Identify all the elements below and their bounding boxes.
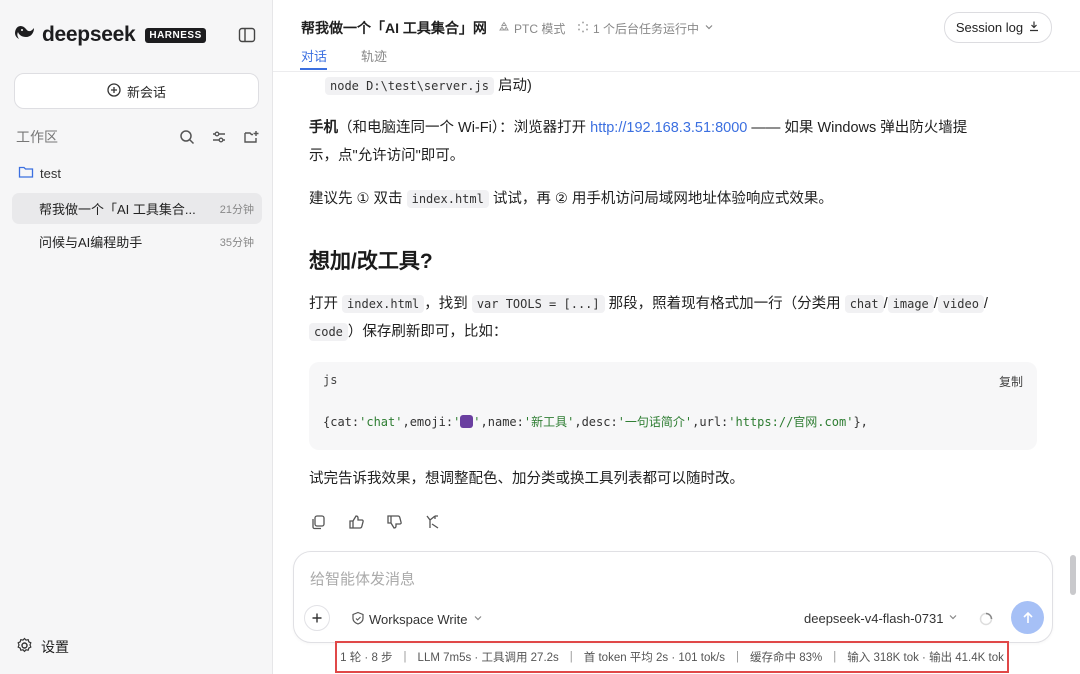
first-token-rate: 首 token 平均 2s · 101 tok/s [583, 652, 726, 664]
message-line: node D:\test\server.js 启动) [325, 72, 925, 100]
thumbs-up-icon[interactable] [347, 513, 365, 531]
new-chat-label: 新会话 [126, 84, 166, 100]
text: 启动) [493, 78, 532, 94]
workspace-header: 工作区 [16, 126, 260, 148]
session-title: 帮我做一个「AI 工具集合... [39, 202, 196, 217]
conversation-title: 帮我做一个「AI 工具集合」网 [301, 20, 487, 36]
rounds-steps: 1 轮 · 8 步 [340, 652, 393, 664]
harness-badge: HARNESS [145, 27, 206, 43]
settings-label: 设置 [41, 639, 69, 655]
thumbs-down-icon[interactable] [385, 513, 403, 531]
tab-trace[interactable]: 轨迹 [361, 46, 387, 65]
inline-code: node D:\test\server.js [325, 77, 494, 95]
settings-button[interactable]: 设置 [16, 637, 69, 657]
token-usage: 输入 318K tok · 输出 41.4K tok [847, 652, 1004, 664]
llm-time: LLM 7m5s · 工具调用 27.2s [417, 652, 559, 664]
message-actions [309, 513, 441, 531]
inline-code: chat [844, 295, 884, 313]
download-icon [1028, 20, 1040, 35]
spinner-dots-icon [577, 21, 589, 36]
session-log-label: Session log [955, 20, 1024, 35]
folder-icon [18, 165, 34, 182]
message-input[interactable]: 给智能体发消息 [310, 568, 415, 589]
branch-icon[interactable] [423, 513, 441, 531]
session-item-active[interactable]: 帮我做一个「AI 工具集合... 21分钟 [12, 193, 262, 224]
workspace-mode-label: Workspace Write [369, 612, 468, 627]
recycle-icon [498, 21, 510, 36]
session-time: 21分钟 [219, 203, 254, 216]
phone-label: 手机 [309, 120, 338, 136]
new-chat-button[interactable]: 新会话 [14, 73, 259, 109]
inline-code: image [887, 295, 934, 313]
workspace-mode-select[interactable]: Workspace Write [351, 611, 484, 628]
model-label: deepseek-v4-flash-0731 [804, 611, 944, 626]
active-tab-indicator [300, 68, 327, 70]
message-composer[interactable]: 给智能体发消息 Workspace Write deepseek-v4-flas… [293, 551, 1053, 643]
folder-label: test [40, 166, 61, 181]
session-title: 问候与AI编程助手 [39, 235, 143, 250]
lan-url-link[interactable]: http://192.168.3.51:8000 [590, 120, 747, 136]
text: —— 如果 Windows 弹出防火墙提 [747, 120, 968, 136]
logo-text: deepseek [42, 23, 136, 46]
edit-paragraph: 打开 index.html ，找到 var TOOLS = [...] 那段，照着… [309, 290, 1044, 346]
session-item[interactable]: 问候与AI编程助手 35分钟 [12, 226, 262, 257]
ptc-mode-indicator: PTC 模式 [498, 20, 565, 37]
text: （和电脑连同一个 Wi-Fi）：浏览器打开 [338, 120, 591, 136]
app-window: deepseek HARNESS 新会话 工作区 test 帮我做一个「AI 工… [0, 0, 1080, 674]
plus-circle-icon [107, 82, 121, 100]
copy-code-button[interactable]: 复制 [999, 373, 1023, 390]
tab-chat[interactable]: 对话 [301, 46, 327, 65]
inline-code: video [937, 295, 984, 313]
code-language: js [323, 373, 338, 387]
background-tasks-indicator[interactable]: 1 个后台任务运行中 [577, 20, 715, 37]
search-icon[interactable] [178, 128, 196, 146]
workspace-label: 工作区 [16, 129, 58, 145]
inline-code: index.html [406, 190, 489, 208]
logo: deepseek HARNESS [14, 22, 206, 48]
scrollbar[interactable] [1070, 555, 1076, 595]
cache-hit: 缓存命中 83% [750, 652, 823, 664]
inline-code: var TOOLS = [...] [471, 295, 605, 313]
session-time: 35分钟 [219, 236, 254, 249]
chevron-down-icon [703, 21, 715, 36]
new-folder-icon[interactable] [242, 128, 260, 146]
robot-emoji-icon [460, 415, 474, 428]
top-bar: 帮我做一个「AI 工具集合」网 PTC 模式 1 个后台任务运行中 Sessio… [273, 0, 1080, 72]
text: 那段，照着现有格式加一行（分类用 [604, 296, 845, 312]
suggestion-paragraph: 建议先 ① 双击 index.html 试试，再 ② 用手机访问局域网地址体验响… [309, 185, 1044, 213]
phone-paragraph: 手机（和电脑连同一个 Wi-Fi）：浏览器打开 http://192.168.3… [309, 114, 1044, 170]
whale-logo-icon [14, 23, 36, 48]
text: 示，点"允许访问"即可。 [309, 148, 465, 164]
closing-paragraph: 试完告诉我效果，想调整配色、加分类或换工具列表都可以随时改。 [309, 471, 744, 487]
text: ，找到 [424, 296, 472, 312]
main-panel: 帮我做一个「AI 工具集合」网 PTC 模式 1 个后台任务运行中 Sessio… [273, 0, 1080, 674]
attach-button[interactable] [304, 605, 330, 631]
section-heading: 想加/改工具? [309, 250, 433, 273]
status-bar: 1 轮 · 8 步 | LLM 7m5s · 工具调用 27.2s | 首 toke… [335, 641, 1009, 673]
text: 打开 [309, 296, 343, 312]
text: 建议先 ① 双击 [309, 191, 407, 207]
model-select[interactable]: deepseek-v4-flash-0731 [804, 611, 959, 626]
sidebar-toggle-icon[interactable] [237, 25, 257, 45]
text: 试试，再 ② 用手机访问局域网地址体验响应式效果。 [488, 191, 833, 207]
code-block: js 复制 {cat:'chat',emoji:' ',name:'新工具',de… [309, 362, 1037, 450]
copy-icon[interactable] [309, 513, 327, 531]
sidebar: deepseek HARNESS 新会话 工作区 test 帮我做一个「AI 工… [0, 0, 273, 674]
shield-edit-icon [351, 611, 365, 628]
ptc-mode-label: PTC 模式 [514, 22, 566, 36]
session-log-button[interactable]: Session log [944, 12, 1052, 43]
inline-code: index.html [342, 295, 425, 313]
background-tasks-label: 1 个后台任务运行中 [593, 22, 700, 36]
folder-test[interactable]: test [18, 165, 61, 182]
chevron-down-icon [472, 612, 484, 627]
filter-sliders-icon[interactable] [210, 128, 228, 146]
text: / [983, 296, 988, 312]
code-line: {cat:'chat',emoji:' ',name:'新工具',desc:'一句… [323, 415, 868, 429]
loading-spinner-icon [979, 612, 993, 626]
chevron-down-icon [947, 611, 959, 626]
text: ）保存刷新即可，比如： [347, 324, 508, 340]
send-button[interactable] [1011, 601, 1044, 634]
inline-code: code [309, 323, 348, 341]
gear-icon [16, 637, 33, 657]
